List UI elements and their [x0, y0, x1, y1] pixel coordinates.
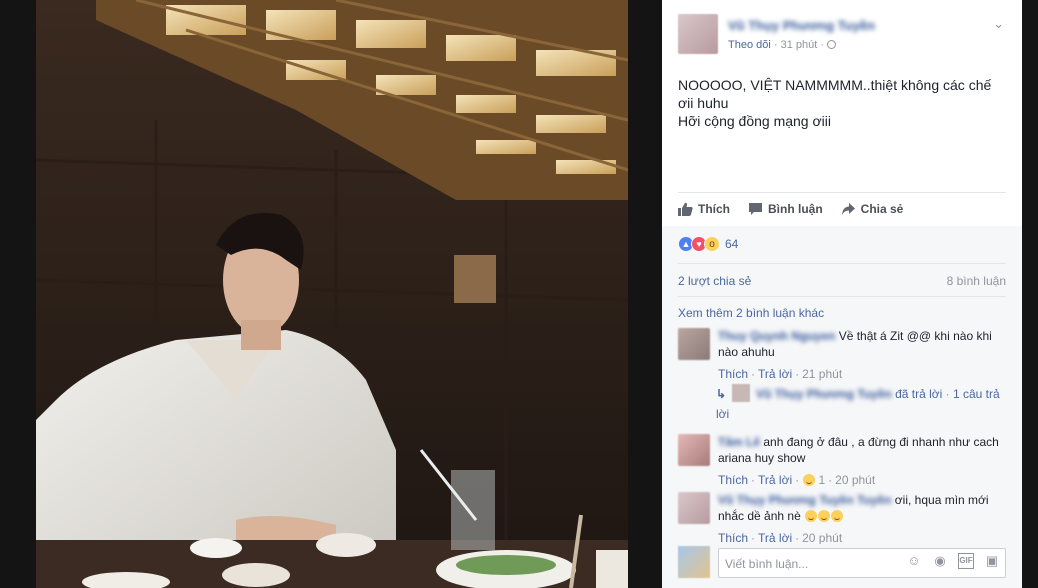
comment-button[interactable]: Bình luận	[748, 200, 823, 218]
reply-action: đã trả lời	[895, 387, 943, 401]
post-time[interactable]: 31 phút	[781, 39, 818, 51]
comment-composer: Viết bình luận... ☺ ◉ GIF ▣	[678, 546, 1006, 580]
comment-like-link[interactable]: Thích	[718, 531, 748, 544]
comment-like-link[interactable]: Thích	[718, 473, 748, 487]
comment-footer: Thích · Trả lời · 1 · 20 phút	[718, 473, 876, 487]
comment-time[interactable]: 21 phút	[802, 367, 842, 381]
divider	[678, 296, 1006, 297]
composer-icons: ☺ ◉ GIF ▣	[906, 553, 1000, 569]
like-button[interactable]: Thích	[678, 200, 730, 218]
wow-reaction-icon: o	[704, 236, 720, 252]
post-line: ơii huhu	[678, 95, 729, 111]
comment-like-link[interactable]: Thích	[718, 367, 748, 381]
laugh-emoji-icon	[831, 510, 844, 522]
thumbs-up-icon	[678, 202, 693, 216]
post-actions: Thích Bình luận Chia sẻ	[678, 200, 1006, 218]
comment-body: Vũ Thụy Phương Tuyền Tuyền ơii, hqua mìn…	[718, 492, 1006, 544]
author-name[interactable]: Vũ Thụy Phương Tuyền	[728, 18, 875, 33]
divider	[678, 263, 1006, 264]
meta-separator: ·	[820, 39, 828, 51]
comment-label: Bình luận	[768, 202, 823, 216]
comment-count[interactable]: 8 bình luận	[947, 274, 1006, 288]
share-label: Chia sẻ	[860, 202, 904, 216]
comment-reply-link[interactable]: Trả lời	[758, 473, 792, 487]
laugh-emoji-icon	[818, 510, 831, 522]
chevron-down-icon[interactable]: ⌄	[993, 16, 1004, 32]
post-photo[interactable]	[36, 0, 628, 588]
meta-separator: ·	[773, 39, 781, 51]
post-header: Vũ Thụy Phương Tuyền Theo dõi · 31 phút …	[678, 12, 1008, 58]
comment-reaction-count[interactable]: 1	[818, 473, 825, 487]
comment-footer: Thích · Trả lời · 21 phút	[718, 367, 843, 381]
laugh-reaction-icon	[803, 474, 816, 486]
post-stats: 2 lượt chia sẻ 8 bình luận	[678, 274, 1006, 288]
reactions-summary[interactable]: ▲ ♥ o 64	[678, 235, 738, 253]
divider	[678, 192, 1006, 193]
like-label: Thích	[698, 202, 730, 216]
post-line: NOOOOO, VIỆT NAMMMMM..thiệt không các ch…	[678, 77, 992, 93]
reply-thread[interactable]: ↳ Vũ Thụy Phương Tuyền đã trả lời · 1 câu…	[716, 384, 1006, 424]
commenter-name[interactable]: Tâm Lê	[718, 434, 760, 450]
commenter-avatar[interactable]	[678, 328, 710, 360]
current-user-avatar	[678, 546, 710, 578]
comment-body: Thuy Quynh Nguyen Về thật á Zit @@ khi n…	[718, 328, 1006, 382]
post-meta: Theo dõi · 31 phút ·	[728, 39, 837, 51]
comment-time[interactable]: 20 phút	[802, 531, 842, 544]
smiley-icon[interactable]: ☺	[906, 553, 922, 569]
gif-icon[interactable]: GIF	[958, 553, 974, 569]
commenter-avatar[interactable]	[678, 434, 710, 466]
reply-avatar	[732, 384, 751, 402]
author-avatar[interactable]	[678, 14, 718, 54]
follow-link[interactable]: Theo dõi	[728, 39, 771, 51]
laugh-emoji-icon	[805, 510, 818, 522]
comment-icon	[749, 203, 762, 215]
photo-viewer: Vũ Thụy Phương Tuyền Theo dõi · 31 phút …	[0, 0, 1038, 588]
post-panel: Vũ Thụy Phương Tuyền Theo dõi · 31 phút …	[662, 0, 1022, 588]
share-button[interactable]: Chia sẻ	[841, 200, 904, 218]
commenter-name[interactable]: Thuy Quynh Nguyen	[718, 328, 835, 344]
reaction-count[interactable]: 64	[725, 237, 738, 251]
comment-text: anh đang ở đâu , a đừng đi nhanh như cac…	[718, 435, 999, 465]
sticker-icon[interactable]: ▣	[984, 553, 1000, 569]
commenter-name[interactable]: Vũ Thụy Phương Tuyền Tuyền	[718, 492, 891, 508]
post-text: NOOOOO, VIỆT NAMMMMM..thiệt không các ch…	[678, 76, 998, 130]
post-line: Hỡi cộng đồng mạng ơiii	[678, 113, 831, 129]
commenter-avatar[interactable]	[678, 492, 710, 524]
comment-footer: Thích · Trả lời · 20 phút	[718, 531, 843, 544]
share-icon	[841, 203, 855, 215]
comment-time[interactable]: 20 phút	[835, 473, 875, 487]
comment-reply-link[interactable]: Trả lời	[758, 531, 792, 544]
reply-author: Vũ Thụy Phương Tuyền	[756, 387, 892, 401]
comment-reply-link[interactable]: Trả lời	[758, 367, 792, 381]
view-more-comments[interactable]: Xem thêm 2 bình luận khác	[678, 306, 824, 320]
comment-body: Tâm Lê anh đang ở đâu , a đừng đi nhanh …	[718, 434, 1006, 488]
globe-icon	[827, 40, 837, 49]
reply-arrow-icon: ↳	[716, 387, 727, 401]
share-count[interactable]: 2 lượt chia sẻ	[678, 274, 751, 288]
camera-icon[interactable]: ◉	[932, 553, 948, 569]
